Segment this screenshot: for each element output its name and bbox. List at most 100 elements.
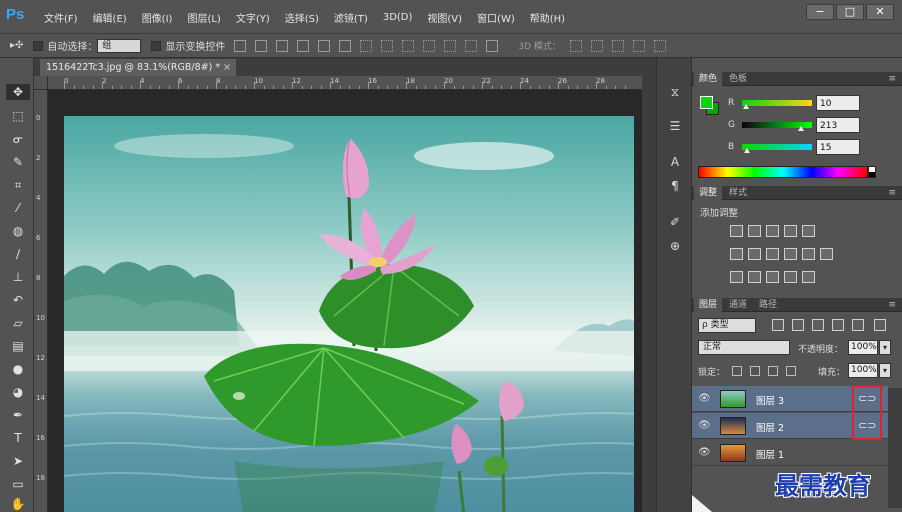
color-lookup-icon[interactable] xyxy=(820,248,833,260)
color-spectrum-bar[interactable] xyxy=(698,166,868,178)
invert-icon[interactable] xyxy=(730,271,743,283)
blue-slider-thumb[interactable] xyxy=(744,148,750,153)
align-left-icon[interactable] xyxy=(297,39,310,52)
tab-adjustments[interactable]: 调整 xyxy=(694,186,723,200)
auto-select-option[interactable]: 自动选择： 组 xyxy=(33,38,142,53)
brush-presets-icon[interactable]: ✐ xyxy=(667,214,683,230)
show-transform-checkbox[interactable] xyxy=(151,40,162,51)
photo-filter-icon[interactable] xyxy=(784,248,797,260)
layers-panel-menu-icon[interactable]: ≡ xyxy=(888,298,896,312)
menu-image[interactable]: 图像(I) xyxy=(142,10,173,25)
move-tool-icon[interactable]: ✥ xyxy=(6,84,30,100)
posterize-icon[interactable] xyxy=(748,271,761,283)
layer-row[interactable]: 👁 图层 1 xyxy=(692,440,888,466)
history-brush-tool-icon[interactable]: ↶ xyxy=(10,292,26,308)
3d-scale-icon[interactable] xyxy=(653,39,666,52)
menu-edit[interactable]: 编辑(E) xyxy=(93,10,127,25)
green-value-field[interactable]: 213 xyxy=(816,117,860,133)
brightness-contrast-icon[interactable] xyxy=(730,225,743,237)
menu-layer[interactable]: 图层(L) xyxy=(187,10,220,25)
eye-icon[interactable]: 👁 xyxy=(698,447,711,458)
canvas-vertical-scrollbar[interactable] xyxy=(642,76,656,512)
adjustments-panel-menu-icon[interactable]: ≡ xyxy=(888,186,896,200)
auto-select-checkbox[interactable] xyxy=(33,40,44,51)
channel-mixer-icon[interactable] xyxy=(802,248,815,260)
layer-filter-dropdown[interactable]: ρ 类型 xyxy=(698,318,756,333)
history-panel-icon[interactable]: ⧖ xyxy=(667,84,683,100)
menu-view[interactable]: 视图(V) xyxy=(427,10,462,25)
layer-name[interactable]: 图层 1 xyxy=(756,447,784,461)
vibrance-icon[interactable] xyxy=(802,225,815,237)
lotus-photo[interactable] xyxy=(64,116,634,512)
properties-panel-icon[interactable]: ☰ xyxy=(667,118,683,134)
eraser-tool-icon[interactable]: ▱ xyxy=(10,315,26,331)
menu-file[interactable]: 文件(F) xyxy=(44,10,78,25)
curves-icon[interactable] xyxy=(766,225,779,237)
blur-tool-icon[interactable]: ● xyxy=(10,361,26,377)
opacity-dropdown-icon[interactable]: ▾ xyxy=(879,340,891,355)
red-slider-thumb[interactable] xyxy=(743,104,749,109)
layer-name[interactable]: 图层 2 xyxy=(756,420,784,434)
tab-layers[interactable]: 图层 xyxy=(694,298,723,312)
layers-scrollbar[interactable] xyxy=(888,388,902,508)
fill-dropdown-icon[interactable]: ▾ xyxy=(879,363,891,378)
align-top-icon[interactable] xyxy=(234,39,247,52)
3d-slide-icon[interactable] xyxy=(632,39,645,52)
color-balance-icon[interactable] xyxy=(748,248,761,260)
clone-stamp-tool-icon[interactable]: ⊥ xyxy=(10,269,26,285)
distribute-vcenter-icon[interactable] xyxy=(381,39,394,52)
green-slider[interactable] xyxy=(742,122,812,131)
lock-all-icon[interactable] xyxy=(786,366,796,376)
opacity-field[interactable]: 100% xyxy=(848,340,878,355)
foreground-color-swatch[interactable] xyxy=(700,96,713,109)
tab-channels[interactable]: 通道 xyxy=(724,298,752,312)
quick-select-tool-icon[interactable]: ✎ xyxy=(10,154,26,170)
crop-tool-icon[interactable]: ⌗ xyxy=(10,177,26,193)
distribute-hcenter-icon[interactable] xyxy=(444,39,457,52)
black-white-icon[interactable] xyxy=(766,248,779,260)
maximize-button[interactable]: □ xyxy=(836,4,864,20)
red-value-field[interactable]: 10 xyxy=(816,95,860,111)
fill-field[interactable]: 100% xyxy=(848,363,878,378)
eye-icon[interactable]: 👁 xyxy=(698,420,711,431)
menu-3d[interactable]: 3D(D) xyxy=(383,12,413,23)
filter-adjustment-icon[interactable] xyxy=(792,319,804,331)
layer-name[interactable]: 图层 3 xyxy=(756,393,784,407)
type-tool-icon[interactable]: T xyxy=(10,430,26,446)
healing-brush-tool-icon[interactable]: ◍ xyxy=(10,223,26,239)
hand-tool-icon[interactable]: ✋ xyxy=(10,496,26,512)
menu-filter[interactable]: 滤镜(T) xyxy=(334,10,368,25)
lock-image-icon[interactable] xyxy=(750,366,760,376)
character-panel-icon[interactable]: A xyxy=(667,154,683,170)
green-slider-thumb[interactable] xyxy=(798,126,804,131)
filter-pixel-icon[interactable] xyxy=(772,319,784,331)
path-select-tool-icon[interactable]: ➤ xyxy=(10,453,26,469)
pen-tool-icon[interactable]: ✒ xyxy=(10,407,26,423)
blue-value-field[interactable]: 15 xyxy=(816,139,860,155)
lasso-tool-icon[interactable]: ᓂ xyxy=(10,131,26,147)
auto-align-icon[interactable] xyxy=(486,39,499,52)
filter-type-icon[interactable] xyxy=(812,319,824,331)
brush-tool-icon[interactable]: ∕ xyxy=(10,246,26,262)
threshold-icon[interactable] xyxy=(766,271,779,283)
align-hcenter-icon[interactable] xyxy=(318,39,331,52)
auto-select-dropdown[interactable]: 组 xyxy=(97,38,142,53)
close-button[interactable]: ✕ xyxy=(866,4,894,20)
filter-smart-object-icon[interactable] xyxy=(852,319,864,331)
lock-transparent-icon[interactable] xyxy=(732,366,742,376)
marquee-tool-icon[interactable]: ⬚ xyxy=(10,108,26,124)
eye-icon[interactable]: 👁 xyxy=(698,393,711,404)
align-bottom-icon[interactable] xyxy=(276,39,289,52)
lock-position-icon[interactable] xyxy=(768,366,778,376)
selective-color-icon[interactable] xyxy=(802,271,815,283)
eyedropper-tool-icon[interactable]: ⁄ xyxy=(10,200,26,216)
blue-slider[interactable] xyxy=(742,144,812,153)
menu-type[interactable]: 文字(Y) xyxy=(236,10,270,25)
minimize-button[interactable]: − xyxy=(806,4,834,20)
distribute-top-icon[interactable] xyxy=(360,39,373,52)
tab-color[interactable]: 颜色 xyxy=(694,72,723,86)
align-right-icon[interactable] xyxy=(339,39,352,52)
document-canvas-area[interactable] xyxy=(48,90,642,512)
3d-rotate-icon[interactable] xyxy=(569,39,582,52)
tab-styles[interactable]: 样式 xyxy=(724,186,752,200)
